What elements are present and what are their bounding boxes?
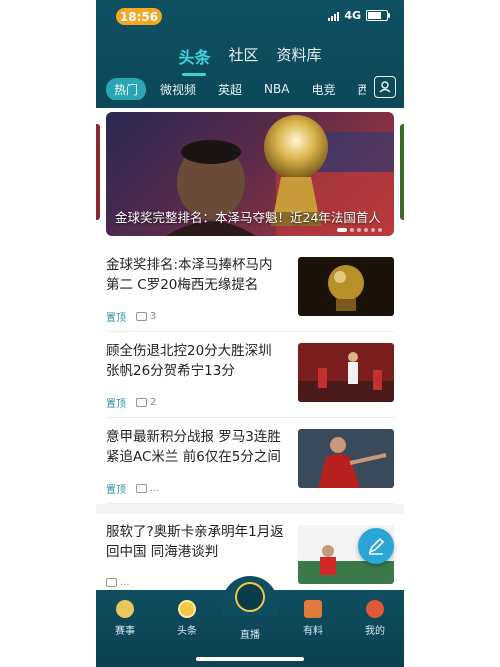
- comment-icon: [136, 312, 147, 321]
- comment-count: ...: [120, 577, 130, 588]
- tab-database[interactable]: 资料库: [277, 44, 322, 74]
- comment-count: 2: [150, 397, 157, 408]
- comment-count: 3: [150, 311, 157, 322]
- network-type: 4G: [344, 9, 361, 22]
- pinned-tag: 置顶: [106, 485, 126, 496]
- banner-carousel: 金球奖完整排名：本泽马夺魁！近24年法国首人: [96, 108, 404, 246]
- category-esports[interactable]: 电竞: [303, 78, 343, 100]
- battery-icon: [366, 10, 390, 21]
- news-title: 金球奖排名:本泽马捧杯马内第二 C罗20梅西无缘提名: [106, 257, 273, 293]
- news-item[interactable]: 意甲最新积分战报 罗马3连胜紧追AC米兰 前6仅在5分之间 置顶 ...: [106, 418, 394, 504]
- nav-profile[interactable]: 我的: [350, 600, 400, 637]
- nav-live[interactable]: 直播: [225, 626, 275, 641]
- news-thumbnail: [298, 257, 394, 316]
- news-title: 意甲最新积分战报 罗马3连胜紧追AC米兰 前6仅在5分之间: [106, 429, 281, 465]
- home-indicator[interactable]: [196, 657, 304, 661]
- banner-next-peek[interactable]: [400, 124, 404, 220]
- news-item[interactable]: 顾全伤退北控20分大胜深圳 张帆26分贺希宁13分 置顶 2: [106, 332, 394, 418]
- banner-caption: 金球奖完整排名：本泽马夺魁！近24年法国首人: [115, 210, 381, 225]
- comment-icon: [136, 398, 147, 407]
- status-time: 18:56: [116, 8, 162, 25]
- nav-headlines[interactable]: 头条: [162, 600, 212, 637]
- pen-icon: [368, 537, 385, 555]
- news-item[interactable]: 金球奖排名:本泽马捧杯马内第二 C罗20梅西无缘提名 置顶 3: [106, 246, 394, 332]
- pinned-tag: 置顶: [106, 313, 126, 324]
- category-nba[interactable]: NBA: [256, 79, 297, 99]
- news-thumbnail: [298, 429, 394, 488]
- live-icon[interactable]: [235, 582, 265, 612]
- news-thumbnail: [298, 343, 394, 402]
- app-screen: 18:56 4G 头条 社区 资料库 热门 微视频 英超 NBA 电竞 西甲: [96, 0, 404, 667]
- banner-prev-peek[interactable]: [96, 124, 100, 220]
- nav-events[interactable]: 赛事: [100, 600, 150, 637]
- compose-button[interactable]: [358, 528, 394, 564]
- tab-community[interactable]: 社区: [228, 44, 258, 74]
- status-bar: 18:56 4G: [96, 8, 404, 26]
- trophy-icon: [116, 600, 134, 618]
- jersey-icon: [304, 600, 322, 618]
- user-card-icon[interactable]: [374, 76, 396, 98]
- banner-slide[interactable]: 金球奖完整排名：本泽马夺魁！近24年法国首人: [106, 112, 394, 236]
- headlines-icon: [178, 600, 196, 618]
- nav-feed[interactable]: 有料: [288, 600, 338, 637]
- tab-headlines[interactable]: 头条: [178, 44, 210, 74]
- signal-icon: [328, 11, 340, 21]
- main-tabs: 头条 社区 资料库: [96, 44, 404, 74]
- category-hot[interactable]: 热门: [106, 78, 147, 100]
- pinned-tag: 置顶: [106, 399, 126, 410]
- profile-icon: [366, 600, 384, 618]
- comment-icon: [106, 578, 117, 587]
- news-title: 顾全伤退北控20分大胜深圳 张帆26分贺希宁13分: [106, 343, 272, 379]
- comment-count: ...: [150, 483, 160, 494]
- category-tabs: 热门 微视频 英超 NBA 电竞 西甲: [106, 78, 366, 100]
- bottom-nav: 赛事 头条 直播 有料 我的: [96, 576, 404, 667]
- comment-icon: [136, 484, 147, 493]
- category-laliga[interactable]: 西甲: [349, 78, 366, 100]
- top-header: 18:56 4G 头条 社区 资料库 热门 微视频 英超 NBA 电竞 西甲: [96, 0, 404, 108]
- carousel-dots: [337, 228, 382, 232]
- category-video[interactable]: 微视频: [152, 78, 204, 100]
- category-premier-league[interactable]: 英超: [210, 78, 250, 100]
- news-title: 服软了?奥斯卡亲承明年1月返回中国 同海港谈判: [106, 524, 284, 560]
